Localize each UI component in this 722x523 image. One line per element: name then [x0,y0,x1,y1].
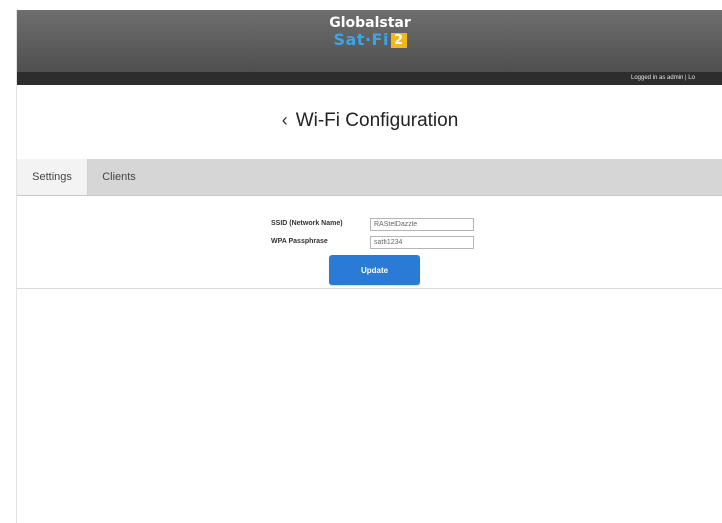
chevron-left-icon[interactable]: ‹ [282,110,288,131]
browser-page: Globalstar Sat·Fi 2 Logged in as admin | … [16,10,722,523]
app-header: Globalstar Sat·Fi 2 [17,10,722,72]
login-status-link[interactable]: Logged in as admin | Lo [631,72,722,85]
page-title-row: ‹ Wi-Fi Configuration [17,110,722,132]
wpa-passphrase-input[interactable] [370,236,474,249]
tab-settings[interactable]: Settings [17,159,88,195]
logo-dot-text: · [364,30,372,49]
wifi-settings-panel: SSID (Network Name) WPA Passphrase Updat… [17,196,722,289]
ssid-input[interactable] [370,218,474,231]
logo-fi-text: Fi [371,30,389,49]
page-title: Wi-Fi Configuration [295,110,459,131]
tab-clients[interactable]: Clients [89,159,149,195]
logo-version-badge: 2 [390,33,407,48]
ssid-label: SSID (Network Name) [271,220,343,227]
update-button[interactable]: Update [329,255,420,285]
globalstar-satfi-logo: Globalstar Sat·Fi 2 [17,16,722,49]
logo-sat-text: Sat [333,30,365,49]
wpa-passphrase-label: WPA Passphrase [271,238,328,245]
header-subbar: Logged in as admin | Lo [17,72,722,85]
logo-brand-text: Globalstar [329,15,411,31]
logo-product-text: Sat·Fi 2 [17,31,722,49]
tab-bar: Settings Clients [17,159,722,196]
